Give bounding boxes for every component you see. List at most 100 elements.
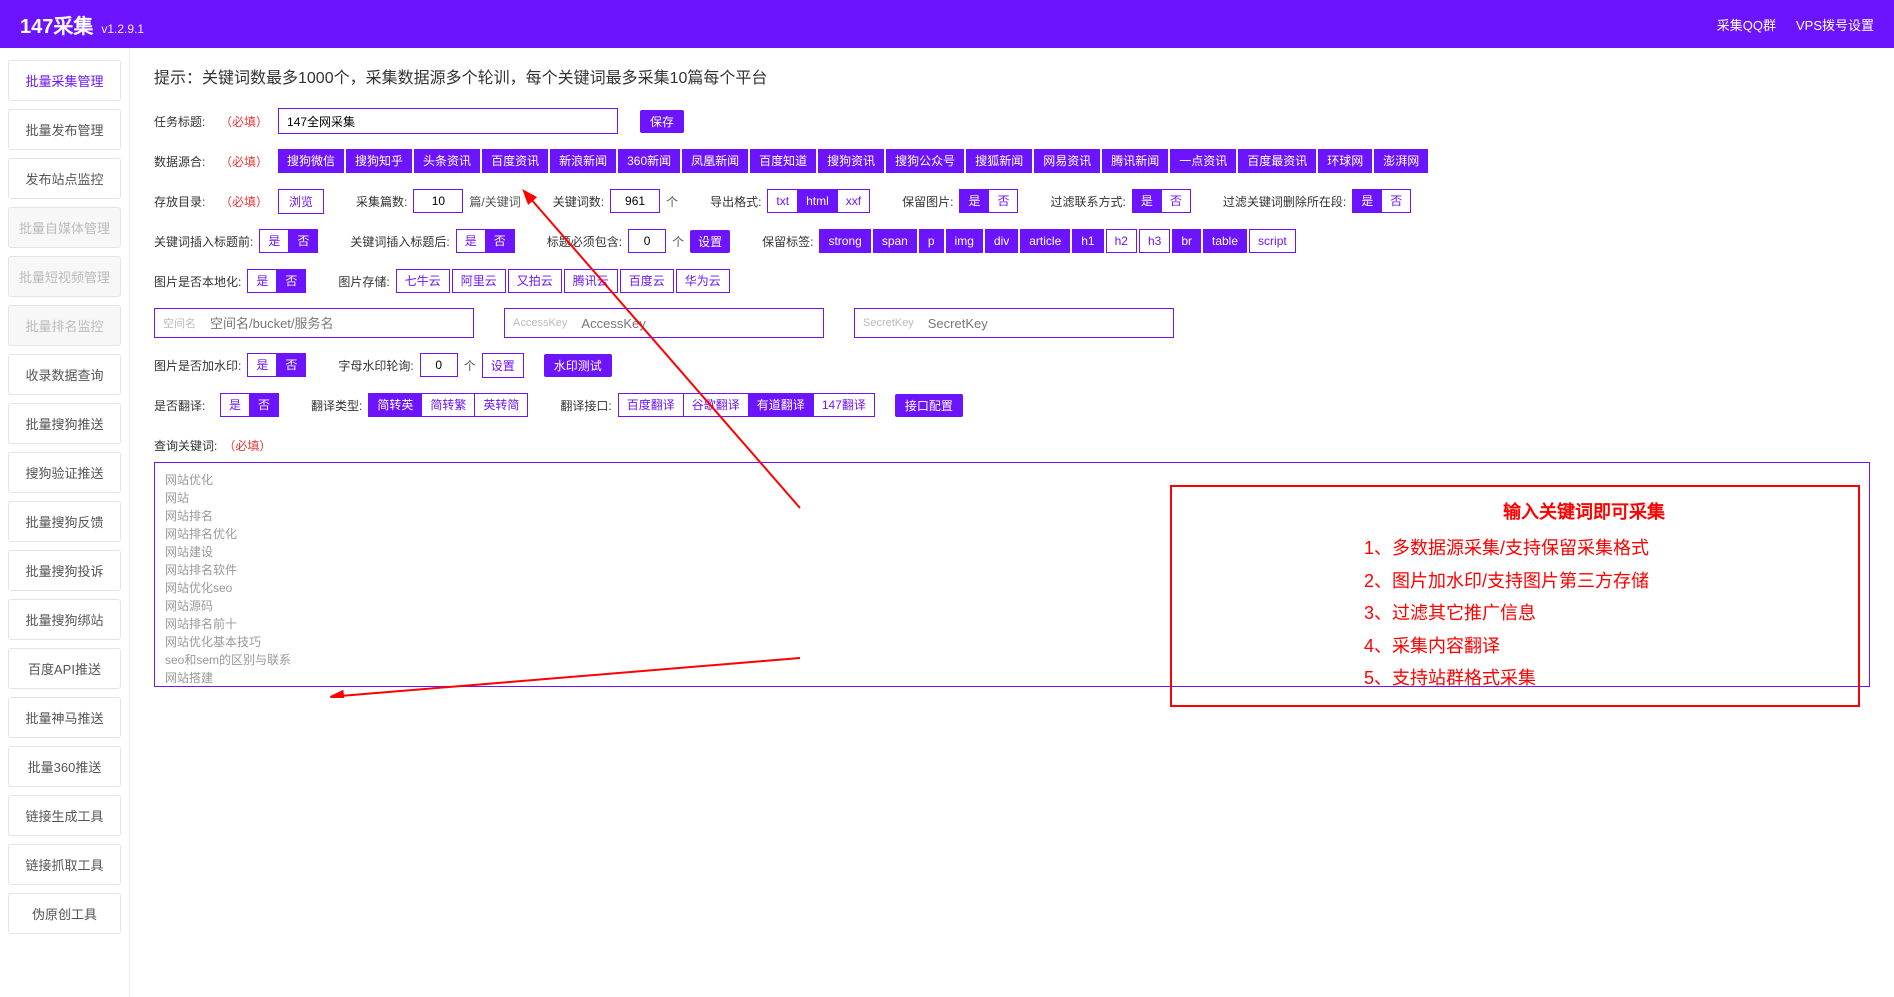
filter-para-no[interactable]: 否 xyxy=(1382,189,1411,213)
cloud-store-腾讯云[interactable]: 腾讯云 xyxy=(564,269,618,293)
space-name-input[interactable] xyxy=(204,309,473,337)
format-tag-xxf[interactable]: xxf xyxy=(838,189,870,213)
sidebar-item-1[interactable]: 批量发布管理 xyxy=(8,109,121,150)
title-must-input[interactable] xyxy=(628,229,666,253)
format-tag-txt[interactable]: txt xyxy=(767,189,798,213)
source-tag-搜狗公众号[interactable]: 搜狗公众号 xyxy=(886,149,964,173)
title-must-unit: 个 xyxy=(672,233,684,250)
insert-after-no[interactable]: 否 xyxy=(486,229,515,253)
filter-para-yes[interactable]: 是 xyxy=(1352,189,1382,213)
insert-before-yes[interactable]: 是 xyxy=(259,229,289,253)
task-title-input[interactable] xyxy=(278,108,618,134)
source-tag-网易资讯[interactable]: 网易资讯 xyxy=(1034,149,1100,173)
source-tag-凤凰新闻[interactable]: 凤凰新闻 xyxy=(682,149,748,173)
source-tag-百度资讯[interactable]: 百度资讯 xyxy=(482,149,548,173)
watermark-row: 图片是否加水印: 是 否 字母水印轮询: 个 设置 水印测试 xyxy=(154,352,1870,378)
insert-after-label: 关键词插入标题后: xyxy=(350,233,449,250)
source-tag-澎湃网[interactable]: 澎湃网 xyxy=(1374,149,1428,173)
sidebar-item-8[interactable]: 搜狗验证推送 xyxy=(8,452,121,493)
qq-group-link[interactable]: 采集QQ群 xyxy=(1717,15,1776,34)
img-local-yes[interactable]: 是 xyxy=(247,269,277,293)
source-tag-搜狗资讯[interactable]: 搜狗资讯 xyxy=(818,149,884,173)
html-tag-div[interactable]: div xyxy=(985,229,1018,253)
count-input[interactable] xyxy=(413,189,463,213)
insert-after-yes[interactable]: 是 xyxy=(456,229,486,253)
html-tag-h1[interactable]: h1 xyxy=(1072,229,1103,253)
storage-label: 存放目录: xyxy=(154,193,214,210)
filter-contact-no[interactable]: 否 xyxy=(1162,189,1191,213)
html-tag-img[interactable]: img xyxy=(946,229,983,253)
count-unit: 篇/关键词 xyxy=(469,193,520,210)
html-tag-strong[interactable]: strong xyxy=(819,229,870,253)
html-tag-table[interactable]: table xyxy=(1203,229,1247,253)
source-tag-新浪新闻[interactable]: 新浪新闻 xyxy=(550,149,616,173)
source-tag-搜狗微信[interactable]: 搜狗微信 xyxy=(278,149,344,173)
html-tag-script[interactable]: script xyxy=(1249,229,1296,253)
sidebar-item-15[interactable]: 链接生成工具 xyxy=(8,795,121,836)
sidebar-item-2[interactable]: 发布站点监控 xyxy=(8,158,121,199)
source-tag-一点资讯[interactable]: 一点资讯 xyxy=(1170,149,1236,173)
source-tag-百度知道[interactable]: 百度知道 xyxy=(750,149,816,173)
browse-button[interactable]: 浏览 xyxy=(278,189,324,214)
source-tag-百度最资讯[interactable]: 百度最资讯 xyxy=(1238,149,1316,173)
html-tag-h2[interactable]: h2 xyxy=(1106,229,1137,253)
cloud-store-又拍云[interactable]: 又拍云 xyxy=(508,269,562,293)
keep-tags-label: 保留标签: xyxy=(762,233,813,250)
keywords-textarea[interactable] xyxy=(155,463,1869,683)
secret-key-input[interactable] xyxy=(922,309,1173,337)
cloud-store-百度云[interactable]: 百度云 xyxy=(620,269,674,293)
watermark-rotate-set-button[interactable]: 设置 xyxy=(482,353,524,378)
cloud-store-阿里云[interactable]: 阿里云 xyxy=(452,269,506,293)
watermark-no[interactable]: 否 xyxy=(277,353,306,377)
translate-api-百度翻译[interactable]: 百度翻译 xyxy=(618,393,684,417)
source-tag-腾讯新闻[interactable]: 腾讯新闻 xyxy=(1102,149,1168,173)
source-tag-搜狗知乎[interactable]: 搜狗知乎 xyxy=(346,149,412,173)
sidebar-item-17[interactable]: 伪原创工具 xyxy=(8,893,121,934)
vps-settings-link[interactable]: VPS拨号设置 xyxy=(1796,15,1874,34)
filter-contact-yes[interactable]: 是 xyxy=(1132,189,1162,213)
translate-api-147翻译[interactable]: 147翻译 xyxy=(814,393,875,417)
source-tag-头条资讯[interactable]: 头条资讯 xyxy=(414,149,480,173)
sidebar-item-13[interactable]: 批量神马推送 xyxy=(8,697,121,738)
sidebar-item-11[interactable]: 批量搜狗绑站 xyxy=(8,599,121,640)
cloud-store-华为云[interactable]: 华为云 xyxy=(676,269,730,293)
translate-type-简转英[interactable]: 简转英 xyxy=(368,393,422,417)
sidebar-item-12[interactable]: 百度API推送 xyxy=(8,648,121,689)
img-local-no[interactable]: 否 xyxy=(277,269,306,293)
format-tag-html[interactable]: html xyxy=(798,189,838,213)
sidebar-item-6[interactable]: 收录数据查询 xyxy=(8,354,121,395)
html-tag-br[interactable]: br xyxy=(1172,229,1201,253)
watermark-rotate-input[interactable] xyxy=(420,353,458,377)
keep-img-no[interactable]: 否 xyxy=(989,189,1018,213)
html-tag-h3[interactable]: h3 xyxy=(1139,229,1170,253)
html-tag-article[interactable]: article xyxy=(1020,229,1070,253)
source-tag-搜狐新闻[interactable]: 搜狐新闻 xyxy=(966,149,1032,173)
title-must-set-button[interactable]: 设置 xyxy=(690,230,730,253)
save-button[interactable]: 保存 xyxy=(640,110,684,133)
source-tag-环球网[interactable]: 环球网 xyxy=(1318,149,1372,173)
watermark-yes[interactable]: 是 xyxy=(247,353,277,377)
sidebar-item-16[interactable]: 链接抓取工具 xyxy=(8,844,121,885)
insert-before-no[interactable]: 否 xyxy=(289,229,318,253)
translate-no[interactable]: 否 xyxy=(250,393,279,417)
html-tag-span[interactable]: span xyxy=(873,229,917,253)
sidebar-item-14[interactable]: 批量360推送 xyxy=(8,746,121,787)
api-config-button[interactable]: 接口配置 xyxy=(895,394,963,417)
translate-type-简转繁[interactable]: 简转繁 xyxy=(422,393,475,417)
access-key-input[interactable] xyxy=(575,309,823,337)
html-tag-p[interactable]: p xyxy=(919,229,944,253)
watermark-test-button[interactable]: 水印测试 xyxy=(544,354,612,377)
translate-api-有道翻译[interactable]: 有道翻译 xyxy=(749,393,814,417)
sidebar-item-7[interactable]: 批量搜狗推送 xyxy=(8,403,121,444)
cloud-store-七牛云[interactable]: 七牛云 xyxy=(396,269,450,293)
keep-img-yes[interactable]: 是 xyxy=(959,189,989,213)
storage-required: （必填） xyxy=(220,193,268,210)
translate-api-谷歌翻译[interactable]: 谷歌翻译 xyxy=(684,393,749,417)
source-tag-360新闻[interactable]: 360新闻 xyxy=(618,149,680,173)
translate-yes[interactable]: 是 xyxy=(220,393,250,417)
sidebar-item-10[interactable]: 批量搜狗投诉 xyxy=(8,550,121,591)
sidebar-item-0[interactable]: 批量采集管理 xyxy=(8,60,121,101)
translate-type-英转简[interactable]: 英转简 xyxy=(475,393,528,417)
sidebar-item-9[interactable]: 批量搜狗反馈 xyxy=(8,501,121,542)
kw-count-input[interactable] xyxy=(610,189,660,213)
